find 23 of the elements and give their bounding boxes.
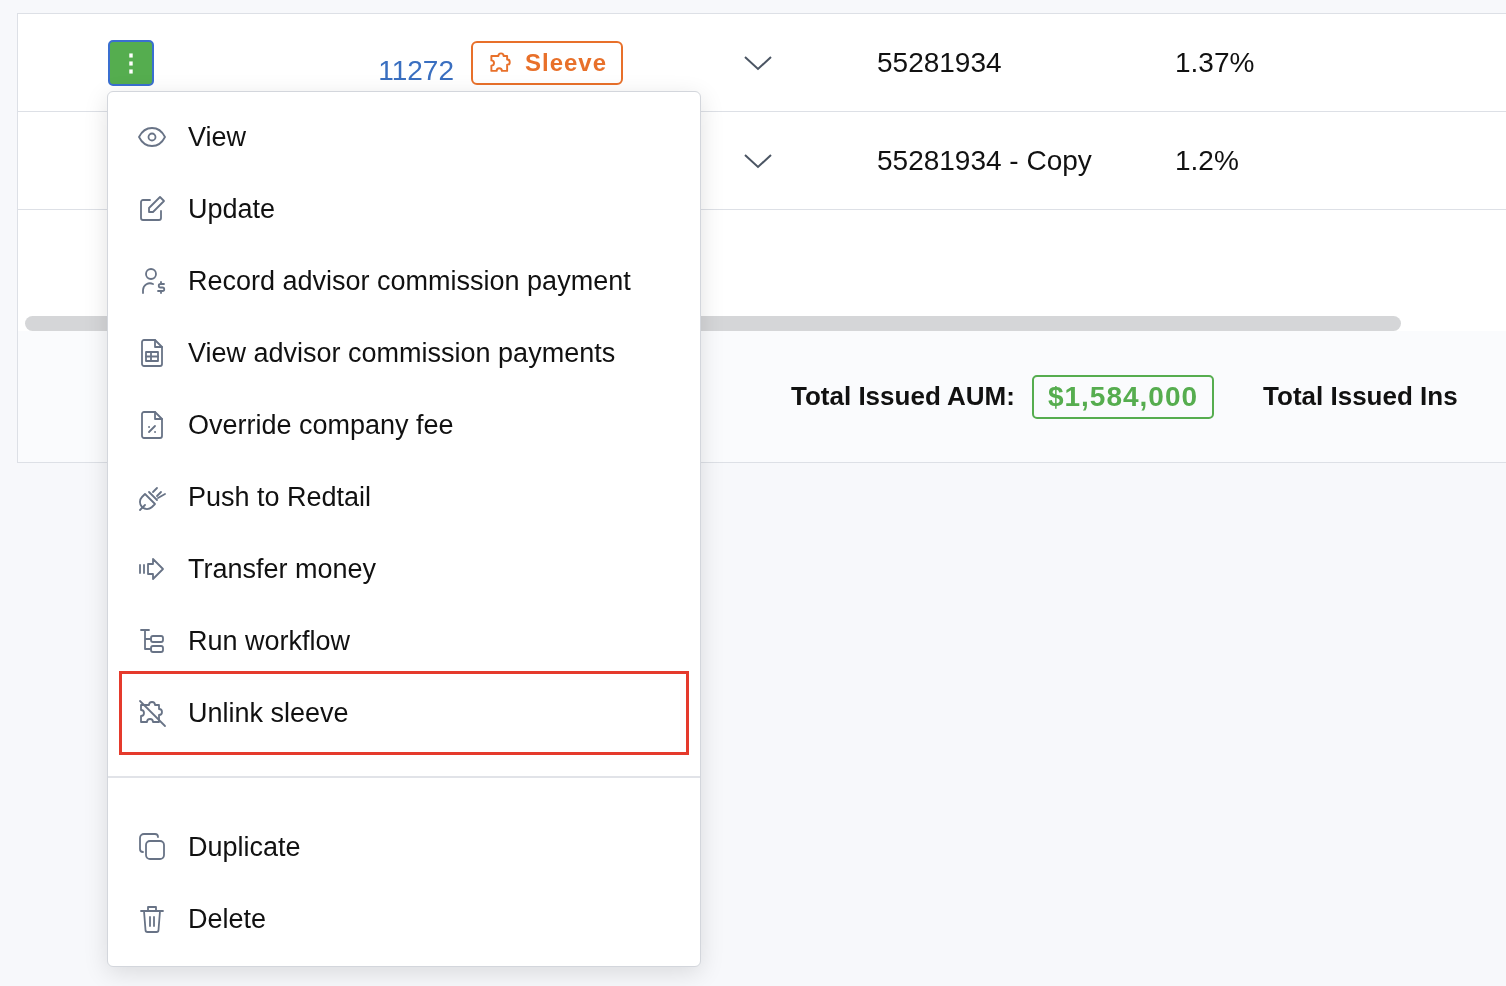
menu-item[interactable]: Duplicate	[119, 811, 689, 883]
menu-item[interactable]: Override company fee	[119, 389, 689, 461]
menu-item[interactable]: Unlink sleeve	[119, 671, 689, 755]
menu-item[interactable]: View advisor commission payments	[119, 317, 689, 389]
rate-value: 1.37%	[1175, 46, 1255, 78]
total-label: Total Issued Ins	[1263, 381, 1458, 412]
menu-item[interactable]: View	[119, 101, 689, 173]
rate-value: 1.2%	[1175, 144, 1239, 176]
puzzle-off-icon	[136, 697, 168, 729]
account-number: 55281934	[877, 46, 1002, 78]
menu-item[interactable]: Push to Redtail	[119, 461, 689, 533]
menu-item[interactable]: Transfer money	[119, 533, 689, 605]
total-label: Total Issued AUM:	[791, 381, 1015, 412]
menu-item[interactable]: Update	[119, 173, 689, 245]
menu-item[interactable]: Delete	[119, 883, 689, 955]
menu-item[interactable]: Record advisor commission payment	[119, 245, 689, 317]
chevron-down-icon[interactable]	[743, 54, 773, 71]
record-id-link[interactable]: 11272	[378, 55, 454, 86]
account-number: 55281934 - Copy	[877, 144, 1092, 176]
copy-icon	[136, 831, 168, 863]
sleeve-badge: Sleeve	[471, 40, 624, 85]
total-value: $1,584,000	[1031, 374, 1215, 419]
chevron-down-icon[interactable]	[743, 152, 773, 169]
